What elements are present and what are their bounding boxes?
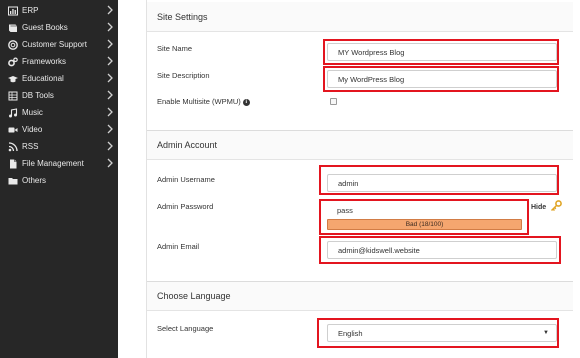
- sidebar-item-file-management[interactable]: File Management: [0, 155, 118, 172]
- chevron-right-icon: [107, 90, 113, 100]
- highlight-box: [319, 236, 561, 264]
- grid-icon: [6, 6, 20, 16]
- hide-password-link[interactable]: Hide: [531, 204, 546, 211]
- select-language-label: Select Language: [157, 324, 214, 333]
- highlight-box: [319, 199, 529, 235]
- sidebar-item-label: Others: [22, 176, 47, 185]
- sidebar-item-label: Educational: [22, 74, 64, 83]
- key-icon[interactable]: [550, 200, 562, 212]
- sidebar-item-erp[interactable]: ERP: [0, 2, 118, 19]
- sidebar-item-label: ERP: [22, 6, 39, 15]
- lifebuoy-icon: [6, 39, 20, 50]
- music-icon: [6, 107, 20, 118]
- info-icon[interactable]: i: [242, 98, 250, 106]
- chevron-right-icon: [107, 124, 113, 134]
- admin-password-label: Admin Password: [157, 202, 214, 211]
- chevron-right-icon: [107, 141, 113, 151]
- sidebar-item-label: Customer Support: [22, 40, 87, 49]
- chevron-right-icon: [107, 158, 113, 168]
- sidebar-item-label: Music: [22, 108, 43, 117]
- sidebar: ERP Guest Books Customer Support Framewo…: [0, 0, 118, 358]
- rss-icon: [6, 141, 20, 152]
- video-camera-icon: [6, 125, 20, 135]
- page-margin: [118, 0, 146, 358]
- cogs-icon: [6, 56, 20, 67]
- chevron-right-icon: [107, 5, 113, 15]
- sidebar-item-frameworks[interactable]: Frameworks: [0, 53, 118, 70]
- sidebar-item-rss[interactable]: RSS: [0, 138, 118, 155]
- chevron-right-icon: [107, 107, 113, 117]
- chevron-right-icon: [107, 22, 113, 32]
- sidebar-item-music[interactable]: Music: [0, 104, 118, 121]
- sidebar-item-label: RSS: [22, 142, 39, 151]
- sidebar-item-label: Guest Books: [22, 23, 68, 32]
- admin-username-label: Admin Username: [157, 175, 215, 184]
- sidebar-item-db-tools[interactable]: DB Tools: [0, 87, 118, 104]
- chevron-right-icon: [107, 73, 113, 83]
- highlight-box: [319, 165, 559, 195]
- database-icon: [6, 91, 20, 101]
- sidebar-item-label: DB Tools: [22, 91, 54, 100]
- highlight-box: [317, 318, 559, 348]
- site-description-label: Site Description: [157, 71, 210, 80]
- highlight-box: [323, 39, 559, 65]
- chevron-right-icon: [107, 56, 113, 66]
- multisite-label: Enable Multisite (WPMU) i: [157, 97, 250, 106]
- highlight-box: [323, 66, 559, 92]
- folder-icon: [6, 176, 20, 186]
- sidebar-item-guest-books[interactable]: Guest Books: [0, 19, 118, 36]
- section-title-admin-account: Admin Account: [147, 130, 573, 160]
- sidebar-item-customer-support[interactable]: Customer Support: [0, 36, 118, 53]
- sidebar-item-video[interactable]: Video: [0, 121, 118, 138]
- file-icon: [6, 159, 20, 169]
- section-title-site-settings: Site Settings: [147, 2, 573, 32]
- sidebar-item-label: File Management: [22, 159, 84, 168]
- sidebar-item-label: Video: [22, 125, 43, 134]
- chevron-right-icon: [107, 39, 113, 49]
- section-title-choose-language: Choose Language: [147, 281, 573, 311]
- multisite-label-text: Enable Multisite (WPMU): [157, 97, 241, 106]
- multisite-checkbox[interactable]: [330, 98, 337, 105]
- sidebar-item-educational[interactable]: Educational: [0, 70, 118, 87]
- sidebar-item-label: Frameworks: [22, 57, 67, 66]
- book-icon: [6, 23, 20, 33]
- install-settings-panel: Site Settings Site Name MY Wordpress Blo…: [146, 0, 573, 358]
- site-name-label: Site Name: [157, 44, 193, 53]
- admin-email-label: Admin Email: [157, 242, 200, 251]
- graduation-cap-icon: [6, 74, 20, 84]
- sidebar-item-others[interactable]: Others: [0, 172, 118, 189]
